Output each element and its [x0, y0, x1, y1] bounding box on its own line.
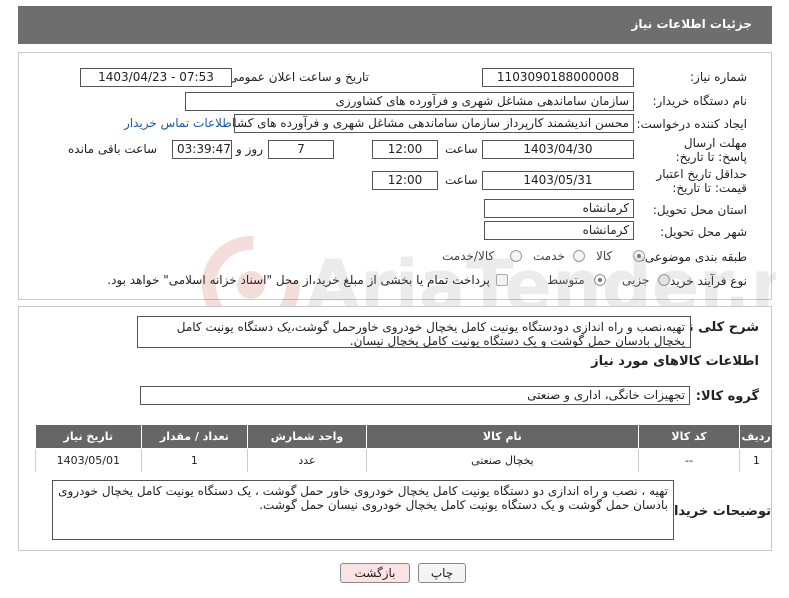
table-header-unit: واحد شمارش [247, 424, 367, 449]
category-radio-service[interactable] [573, 250, 585, 262]
price-validity-time-field: 12:00 [372, 171, 438, 190]
province-field: کرمانشاه [484, 199, 634, 218]
requester-label: ایجاد کننده درخواست: [636, 117, 747, 131]
cell-quantity: 1 [140, 448, 248, 472]
category-option-goods-service: کالا/خدمت [442, 249, 495, 263]
goods-info-title: اطلاعات کالاهای مورد نیاز [591, 354, 759, 369]
table-header-code: کد کالا [637, 424, 741, 449]
page-header: جزئیات اطلاعات نیاز [18, 6, 772, 44]
city-field: کرمانشاه [484, 221, 634, 240]
days-label: روز و [236, 142, 263, 156]
process-option-minor: جزیی [622, 273, 650, 287]
table-header-name: نام کالا [365, 424, 639, 449]
days-field: 7 [268, 140, 334, 159]
back-button[interactable]: بازگشت [340, 563, 410, 583]
city-label: شهر محل تحویل: [660, 225, 747, 239]
general-desc-text: تهیه،نصب و راه اندازی دودستگاه یونیت کام… [137, 316, 691, 348]
process-radio-medium[interactable] [594, 274, 606, 286]
payment-note: پرداخت تمام یا بخشی از مبلغ خرید،از محل … [107, 273, 490, 287]
cell-row-num: 1 [739, 448, 773, 472]
buyer-org-field: سازمان ساماندهی مشاغل شهری و فرآورده های… [185, 92, 634, 111]
price-validity-time-label: ساعت [445, 173, 478, 187]
category-radio-goods[interactable] [633, 250, 645, 262]
remaining-time-label: ساعت باقی مانده [68, 142, 158, 156]
cell-code: -- [637, 448, 740, 472]
category-label: طبقه بندی موضوعی: [640, 250, 747, 264]
table-header-row-num: ردیف [739, 424, 773, 449]
buyer-contact-link[interactable]: اطلاعات تماس خریدار [124, 116, 235, 130]
price-validity-label: حداقل تاریخ اعتبار قیمت: تا تاریخ: [656, 167, 747, 195]
remaining-time-field: 03:39:47 [172, 140, 232, 159]
reply-time-label: ساعت [445, 142, 478, 156]
treasury-payment-checkbox[interactable] [496, 274, 508, 286]
goods-group-label: گروه کالا: [695, 389, 759, 404]
table-header-quantity: تعداد / مقدار [140, 424, 249, 449]
price-validity-date-field: 1403/05/31 [482, 171, 634, 190]
reply-time-field: 12:00 [372, 140, 438, 159]
reply-deadline-label: مهلت ارسال پاسخ: تا تاریخ: [675, 136, 747, 164]
buyer-notes-text: تهیه ، نصب و راه اندازی دو دستگاه یونیت … [52, 480, 674, 540]
goods-table-header-row: ردیف کد کالا نام کالا واحد شمارش تعداد /… [35, 424, 773, 449]
goods-group-field: تجهیزات خانگی، اداری و صنعتی [140, 386, 690, 405]
requester-field: محسن اندیشمند کارپرداز سازمان ساماندهی م… [234, 114, 634, 133]
print-button[interactable]: چاپ [418, 563, 466, 583]
announce-datetime-label: تاریخ و ساعت اعلان عمومی: [224, 70, 369, 84]
process-radio-minor[interactable] [658, 274, 670, 286]
category-radio-goods-service[interactable] [510, 250, 522, 262]
table-row: 1 -- یخچال صنعتی عدد 1 1403/05/01 [35, 448, 773, 472]
cell-unit: عدد [247, 448, 367, 472]
buyer-notes-label: توضیحات خریدار: [661, 504, 771, 519]
table-header-need-date: تاریخ نیاز [35, 424, 142, 449]
need-number-label: شماره نیاز: [690, 70, 747, 84]
cell-need-date: 1403/05/01 [35, 448, 142, 472]
reply-date-field: 1403/04/30 [482, 140, 634, 159]
process-option-medium: متوسط [547, 273, 585, 287]
process-type-label: نوع فرآیند خرید : [662, 274, 747, 288]
category-option-service: خدمت [533, 249, 565, 263]
need-number-field: 1103090188000008 [482, 68, 634, 87]
buyer-org-label: نام دستگاه خریدار: [652, 94, 748, 108]
goods-table: ردیف کد کالا نام کالا واحد شمارش تعداد /… [35, 424, 773, 472]
cell-name: یخچال صنعتی [365, 448, 639, 472]
province-label: استان محل تحویل: [652, 203, 747, 217]
page-title: جزئیات اطلاعات نیاز [631, 17, 752, 31]
announce-datetime-field: 1403/04/23 - 07:53 [80, 68, 232, 87]
category-option-goods: کالا [596, 249, 613, 263]
